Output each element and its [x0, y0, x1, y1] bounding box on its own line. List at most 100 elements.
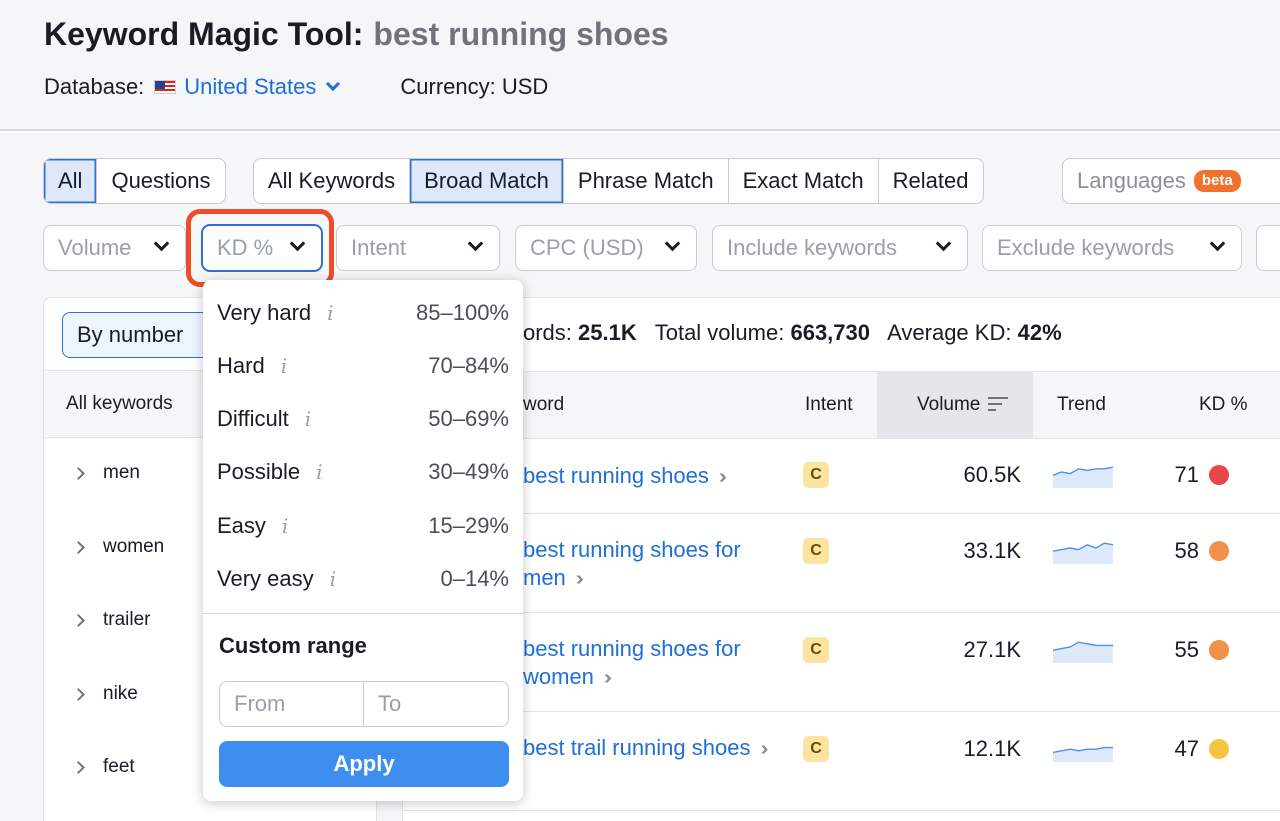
column-volume-label: Volume: [917, 394, 981, 415]
custom-range-inputs: [219, 681, 509, 727]
kd-difficulty-dot: [1209, 640, 1229, 660]
kd-number: 58: [1174, 538, 1199, 563]
column-kd[interactable]: KD %: [1199, 372, 1248, 438]
keyword-link[interactable]: best running shoes for women ›››: [523, 635, 783, 692]
table-row: best trail running shoes ››› C 12.1K 47: [403, 712, 1280, 811]
toggle-all[interactable]: All: [44, 159, 97, 203]
kd-option-range: 15–29%: [428, 513, 509, 538]
double-chevron-icon[interactable]: ›››: [760, 738, 768, 760]
table-header: word Intent Volume Trend KD %: [403, 371, 1280, 439]
intent-filter[interactable]: Intent: [336, 225, 500, 271]
average-kd-label: Average KD:: [887, 320, 1012, 345]
info-icon[interactable]: i: [305, 407, 311, 431]
tab-related[interactable]: Related: [877, 159, 983, 203]
languages-dropdown[interactable]: Languages beta: [1062, 158, 1280, 204]
include-filter-label: Include keywords: [727, 235, 897, 260]
chevron-down-icon: [153, 235, 170, 252]
intent-badge: C: [803, 637, 829, 663]
tab-exact-match[interactable]: Exact Match: [727, 159, 878, 203]
group-item[interactable]: nike: [72, 683, 138, 705]
double-chevron-icon[interactable]: ›››: [576, 568, 584, 590]
column-keyword[interactable]: word: [523, 372, 564, 438]
kd-option-label: Difficult: [217, 406, 289, 431]
chevron-right-icon: [72, 760, 85, 774]
group-label: women: [103, 536, 165, 557]
intent-badge: C: [803, 736, 829, 762]
kd-option[interactable]: Difficult i 50–69%: [217, 399, 509, 439]
database-label: Database:: [44, 74, 145, 99]
currency-label: Currency: USD: [400, 74, 549, 99]
kd-value: 71: [1163, 462, 1229, 488]
kd-number: 47: [1174, 736, 1199, 761]
include-keywords-filter[interactable]: Include keywords: [712, 225, 968, 271]
kd-option[interactable]: Very easy i 0–14%: [217, 559, 509, 599]
group-item[interactable]: men: [72, 462, 140, 484]
info-icon[interactable]: i: [316, 460, 322, 484]
group-label: trailer: [103, 609, 151, 630]
kd-to-input[interactable]: [364, 682, 508, 726]
group-item[interactable]: feet: [72, 756, 135, 778]
keyword-link[interactable]: best trail running shoes ›››: [523, 734, 783, 763]
info-icon[interactable]: i: [327, 301, 333, 325]
volume-filter[interactable]: Volume: [43, 225, 186, 271]
group-label: feet: [103, 756, 135, 777]
kd-option-range: 85–100%: [416, 300, 509, 325]
page-title: Keyword Magic Tool: best running shoes: [44, 16, 669, 53]
tool-name: Keyword Magic Tool:: [44, 16, 364, 52]
info-icon[interactable]: i: [282, 514, 288, 538]
divider: [203, 613, 523, 614]
table-row: best running shoes for men ››› C 33.1K 58: [403, 514, 1280, 613]
trend-sparkline: [1053, 466, 1113, 488]
column-volume[interactable]: Volume: [877, 372, 1033, 438]
database-selector-row: Database: United States Currency: USD: [44, 74, 548, 100]
cpc-filter[interactable]: CPC (USD): [515, 225, 697, 271]
kd-difficulty-dot: [1209, 465, 1229, 485]
chevron-right-icon: [72, 540, 85, 554]
keyword-link[interactable]: best running shoes ›››: [523, 462, 783, 491]
kd-number: 71: [1174, 462, 1199, 487]
average-kd: 42%: [1017, 320, 1062, 345]
keyword-text: best trail running shoes: [523, 735, 751, 760]
trend-area: [1053, 543, 1113, 564]
database-dropdown[interactable]: United States: [184, 74, 341, 100]
double-chevron-icon[interactable]: ›››: [604, 667, 612, 689]
keyword-text: best running shoes: [523, 463, 709, 488]
tab-phrase-match[interactable]: Phrase Match: [562, 159, 728, 203]
keyword-table-panel: ords: 25.1K Total volume: 663,730 Averag…: [402, 297, 1280, 821]
exclude-keywords-filter[interactable]: Exclude keywords: [982, 225, 1242, 271]
trend-area: [1053, 467, 1113, 488]
kd-option[interactable]: Easy i 15–29%: [217, 506, 509, 546]
kd-value: 58: [1163, 538, 1229, 564]
column-intent[interactable]: Intent: [805, 372, 853, 438]
chevron-right-icon: [72, 687, 85, 701]
apply-button[interactable]: Apply: [219, 741, 509, 787]
languages-label: Languages: [1077, 168, 1186, 193]
kd-option[interactable]: Possible i 30–49%: [217, 452, 509, 492]
volume-value: 33.1K: [963, 538, 1022, 563]
group-label: men: [103, 462, 140, 483]
kd-option[interactable]: Hard i 70–84%: [217, 346, 509, 386]
volume-value: 60.5K: [963, 462, 1022, 487]
keyword-link[interactable]: best running shoes for men ›››: [523, 536, 783, 593]
column-trend[interactable]: Trend: [1057, 372, 1106, 438]
group-label: nike: [103, 683, 138, 704]
chevron-down-icon: [1209, 235, 1226, 252]
group-item[interactable]: women: [72, 536, 165, 558]
info-icon[interactable]: i: [281, 354, 287, 378]
keyword-text: best running shoes for men: [523, 537, 741, 590]
kd-from-input[interactable]: [220, 682, 364, 726]
double-chevron-icon[interactable]: ›››: [719, 466, 727, 488]
kd-value: 47: [1163, 736, 1229, 762]
kd-option-label: Hard: [217, 353, 265, 378]
tab-broad-match[interactable]: Broad Match: [409, 159, 563, 203]
cpc-filter-label: CPC (USD): [530, 235, 644, 260]
chevron-right-icon: [72, 613, 85, 627]
toggle-questions[interactable]: Questions: [96, 159, 224, 203]
info-icon[interactable]: i: [330, 567, 336, 591]
group-item[interactable]: trailer: [72, 609, 151, 631]
kd-dropdown-menu: Very hard i 85–100% Hard i 70–84% Difficult i 50…: [203, 280, 523, 801]
search-query: best running shoes: [373, 16, 669, 52]
kd-option[interactable]: Very hard i 85–100%: [217, 293, 509, 333]
tab-all-keywords[interactable]: All Keywords: [254, 159, 409, 203]
advanced-filters-button[interactable]: [1256, 225, 1280, 271]
